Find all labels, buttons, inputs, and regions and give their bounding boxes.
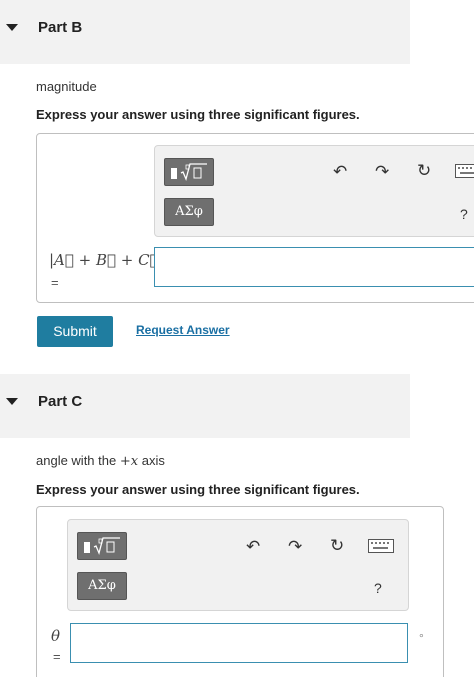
part-b-title: Part B [38, 19, 83, 36]
part-c-prompt-text: angle with the [36, 453, 117, 468]
part-c-title: Part C [38, 393, 83, 410]
part-b-prompt: magnitude [36, 79, 97, 94]
keyboard-icon[interactable] [368, 539, 394, 557]
submit-button[interactable]: Submit [37, 316, 113, 347]
part-b-answer-input[interactable] [154, 247, 474, 287]
part-b-header[interactable]: Part B [0, 0, 410, 64]
help-icon[interactable]: ? [374, 580, 382, 596]
part-c-prompt-suffix: axis [141, 453, 165, 468]
part-c-variable: θ [51, 627, 61, 645]
request-answer-link[interactable]: Request Answer [136, 323, 230, 337]
part-c-header[interactable]: Part C [0, 374, 410, 438]
redo-icon[interactable]: ↷ [375, 164, 389, 181]
keyboard-icon[interactable] [455, 164, 474, 182]
greek-symbols-button[interactable]: ΑΣφ [164, 198, 214, 226]
degree-unit-label: ° [419, 631, 424, 645]
caret-down-icon[interactable] [6, 24, 18, 31]
part-c-prompt: angle with the +x axis [36, 453, 165, 469]
part-c-answer-input[interactable] [70, 623, 408, 663]
part-b-math-toolbar: ΑΣφ ↶ ↷ ↻ ? [154, 145, 474, 237]
reset-icon[interactable]: ↻ [417, 163, 431, 180]
part-c-instruction: Express your answer using three signific… [36, 482, 360, 497]
part-b-answer-box: ΑΣφ ↶ ↷ ↻ ? |A⃗ + B⃗ + C⃗| = [36, 133, 474, 303]
redo-icon[interactable]: ↷ [288, 539, 302, 556]
undo-icon[interactable]: ↶ [333, 164, 347, 181]
help-icon[interactable]: ? [460, 206, 468, 222]
part-c-equals: = [53, 649, 61, 664]
part-c-prompt-math: +x [119, 454, 139, 469]
part-b-equals: = [51, 275, 59, 290]
part-c-math-toolbar: ΑΣφ ↶ ↷ ↻ ? [67, 519, 409, 611]
part-b-instruction: Express your answer using three signific… [36, 107, 360, 122]
undo-icon[interactable]: ↶ [246, 539, 260, 556]
part-b-expression: |A⃗ + B⃗ + C⃗| [49, 251, 164, 269]
templates-icon[interactable] [77, 532, 127, 560]
templates-icon[interactable] [164, 158, 214, 186]
caret-down-icon[interactable] [6, 398, 18, 405]
reset-icon[interactable]: ↻ [330, 538, 344, 555]
part-c-answer-box: ΑΣφ ↶ ↷ ↻ ? θ = ° [36, 506, 444, 677]
greek-symbols-button[interactable]: ΑΣφ [77, 572, 127, 600]
